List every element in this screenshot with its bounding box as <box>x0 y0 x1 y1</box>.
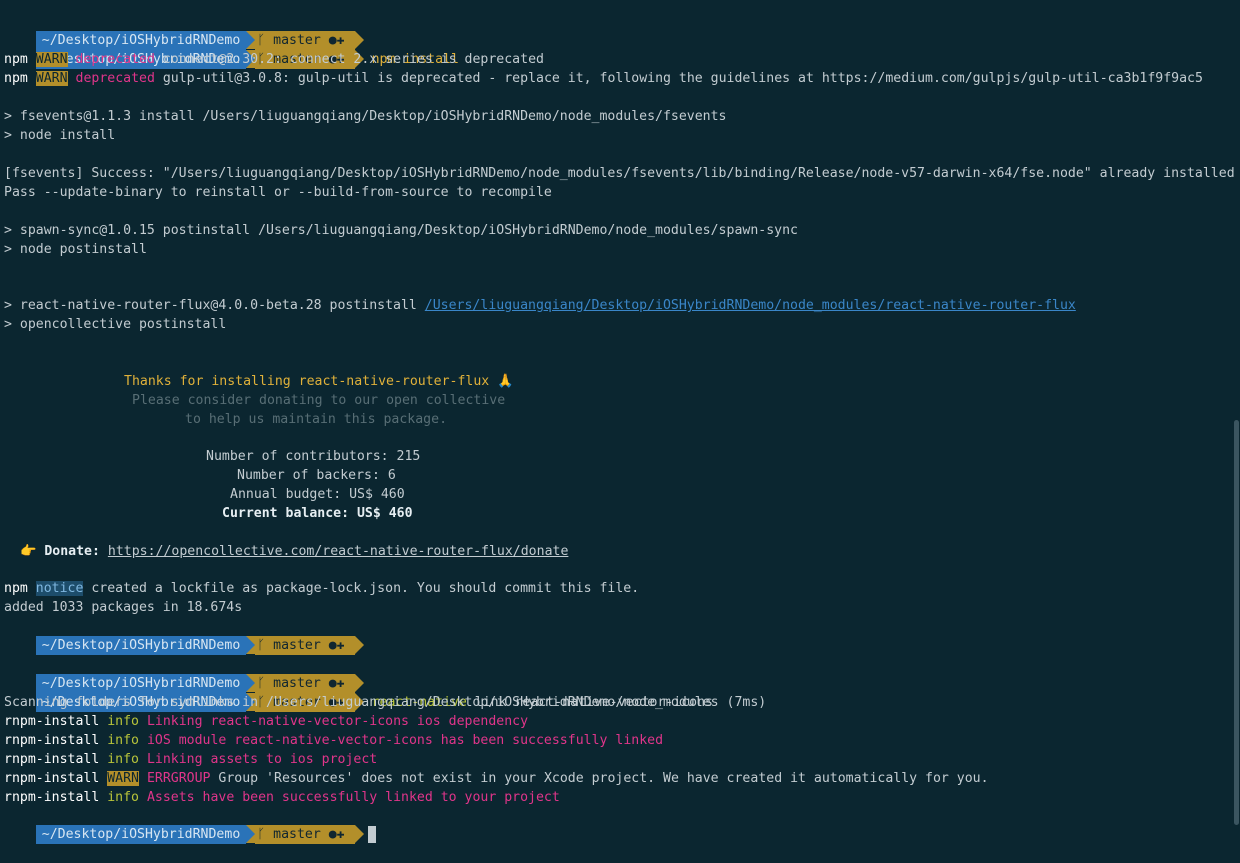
warn-tag: WARN <box>35 71 68 86</box>
prompt-path: ~/Desktop/iOSHybridRNDemo <box>35 636 247 655</box>
prompt-path: ~/Desktop/iOSHybridRNDemo <box>35 825 247 844</box>
output-line: > opencollective postinstall <box>4 317 227 332</box>
output-line: rnpm-install info Assets have been succe… <box>4 790 560 805</box>
output-line: rnpm-install info iOS module react-nativ… <box>4 733 664 748</box>
output-line: Pass --update-binary to reinstall or --b… <box>4 185 552 200</box>
warn-tag: WARN <box>35 52 68 67</box>
stat-line: Annual budget: US$ 460 <box>230 487 405 502</box>
scrollbar[interactable] <box>1234 420 1239 825</box>
output-line: > spawn-sync@1.0.15 postinstall /Users/l… <box>4 223 798 238</box>
thanks-message: Thanks for installing react-native-route… <box>124 374 514 389</box>
output-line: npm WARN deprecated connect@2.30.2: conn… <box>4 52 544 67</box>
output-line: > fsevents@1.1.3 install /Users/liuguang… <box>4 109 727 124</box>
text-cursor[interactable] <box>367 825 376 843</box>
prompt-line: ~/Desktop/iOSHybridRNDemo ᚴ master ●✚ <box>4 617 364 655</box>
prompt-line: ~/Desktop/iOSHybridRNDemo ᚴ master ●✚ rea… <box>4 674 713 712</box>
prompt-git: ᚴ master ●✚ <box>255 636 355 655</box>
prompt-line: ~/Desktop/iOSHybridRNDemo ᚴ master ●✚ <box>4 12 364 50</box>
path-link[interactable]: /Users/liuguangqiang/Desktop/iOSHybridRN… <box>425 298 1076 313</box>
donate-link[interactable]: https://opencollective.com/react-native-… <box>108 544 569 559</box>
terminal-window[interactable]: ~/Desktop/iOSHybridRNDemo ᚴ master ●✚ ~/D… <box>0 0 1240 844</box>
output-line: > react-native-router-flux@4.0.0-beta.28… <box>4 298 1076 313</box>
stat-line: Current balance: US$ 460 <box>222 506 413 521</box>
git-status-icon: ●✚ <box>328 827 345 842</box>
prompt-line: ~/Desktop/iOSHybridRNDemo ᚴ master ●✚ npm… <box>4 31 459 69</box>
output-line: Scanning folders for symlinks in /Users/… <box>4 695 767 710</box>
donate-prompt: to help us maintain this package. <box>185 412 448 427</box>
donate-prompt: Please consider donating to our open col… <box>132 393 506 408</box>
prompt-line: ~/Desktop/iOSHybridRNDemo ᚴ master ●✚ <box>4 655 364 693</box>
prompt-line: ~/Desktop/iOSHybridRNDemo ᚴ master ●✚ <box>4 806 376 844</box>
output-line: > node install <box>4 128 116 143</box>
stat-line: Number of contributors: 215 <box>206 449 421 464</box>
output-line: added 1033 packages in 18.674s <box>4 600 243 615</box>
output-line: npm WARN deprecated gulp-util@3.0.8: gul… <box>4 71 1203 86</box>
donate-line: 👉 Donate: https://opencollective.com/rea… <box>20 544 569 559</box>
output-line: rnpm-install info Linking assets to ios … <box>4 752 378 767</box>
branch-icon: ᚴ <box>257 827 266 842</box>
branch-icon: ᚴ <box>257 638 266 653</box>
prompt-git: ᚴ master ●✚ <box>255 825 355 844</box>
output-line: [fsevents] Success: "/Users/liuguangqian… <box>4 166 1235 181</box>
output-line: > node postinstall <box>4 242 147 257</box>
warn-tag: WARN <box>107 771 139 786</box>
output-line: npm notice created a lockfile as package… <box>4 581 640 596</box>
notice-tag: notice <box>35 581 84 596</box>
output-line: rnpm-install info Linking react-native-v… <box>4 714 529 729</box>
output-line: rnpm-install WARN ERRGROUP Group 'Resour… <box>4 771 989 786</box>
git-status-icon: ●✚ <box>328 638 345 653</box>
stat-line: Number of backers: 6 <box>237 468 396 483</box>
